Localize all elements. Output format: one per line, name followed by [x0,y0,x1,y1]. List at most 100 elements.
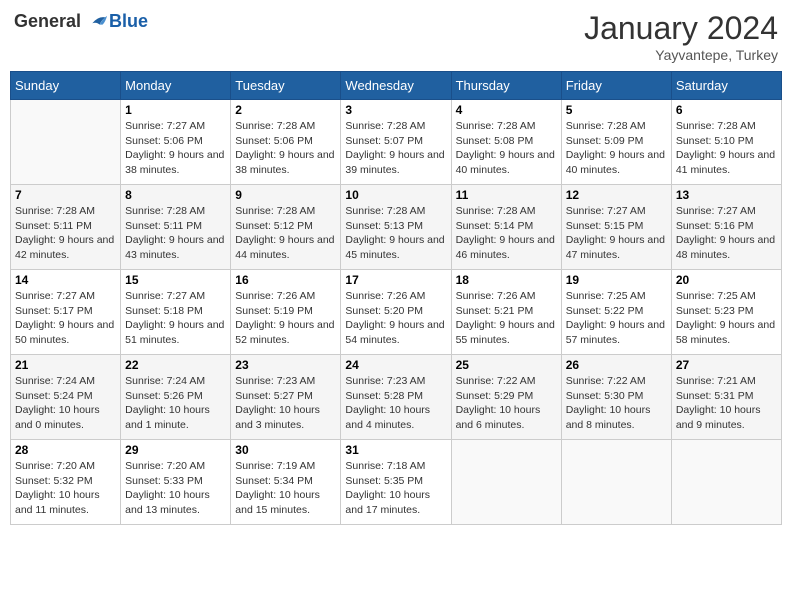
day-info: Sunrise: 7:27 AMSunset: 5:06 PMDaylight:… [125,120,224,176]
calendar-week-row: 1 Sunrise: 7:27 AMSunset: 5:06 PMDaylight… [11,100,782,185]
calendar-cell: 8Sunrise: 7:28 AMSunset: 5:11 PMDaylight… [121,185,231,270]
weekday-header-row: SundayMondayTuesdayWednesdayThursdayFrid… [11,72,782,100]
day-number: 9 [235,188,336,202]
day-info: Sunrise: 7:28 AMSunset: 5:14 PMDaylight:… [456,205,555,261]
day-info: Sunrise: 7:23 AMSunset: 5:27 PMDaylight:… [235,375,320,431]
day-info: Sunrise: 7:28 AMSunset: 5:13 PMDaylight:… [345,205,444,261]
calendar-cell: 20 Sunrise: 7:25 AMSunset: 5:23 PMDayligh… [671,270,781,355]
day-info: Sunrise: 7:25 AMSunset: 5:22 PMDaylight:… [566,290,665,346]
calendar-cell: 4 Sunrise: 7:28 AMSunset: 5:08 PMDaylight… [451,100,561,185]
day-info: Sunrise: 7:27 AMSunset: 5:16 PMDaylight:… [676,205,775,261]
day-info: Sunrise: 7:28 AMSunset: 5:08 PMDaylight:… [456,120,555,176]
day-info: Sunrise: 7:19 AMSunset: 5:34 PMDaylight:… [235,460,320,516]
day-info: Sunrise: 7:18 AMSunset: 5:35 PMDaylight:… [345,460,430,516]
day-number: 28 [15,443,116,457]
calendar-header: SundayMondayTuesdayWednesdayThursdayFrid… [11,72,782,100]
calendar-cell: 26 Sunrise: 7:22 AMSunset: 5:30 PMDayligh… [561,355,671,440]
day-number: 18 [456,273,557,287]
calendar-cell: 24 Sunrise: 7:23 AMSunset: 5:28 PMDayligh… [341,355,451,440]
calendar-cell: 23 Sunrise: 7:23 AMSunset: 5:27 PMDayligh… [231,355,341,440]
calendar-table: SundayMondayTuesdayWednesdayThursdayFrid… [10,71,782,525]
title-area: January 2024 Yayvantepe, Turkey [584,10,778,63]
calendar-week-row: 21 Sunrise: 7:24 AMSunset: 5:24 PMDayligh… [11,355,782,440]
day-number: 1 [125,103,226,117]
calendar-cell: 7 Sunrise: 7:28 AMSunset: 5:11 PMDaylight… [11,185,121,270]
calendar-cell: 11Sunrise: 7:28 AMSunset: 5:14 PMDayligh… [451,185,561,270]
day-info: Sunrise: 7:22 AMSunset: 5:29 PMDaylight:… [456,375,541,431]
day-info: Sunrise: 7:23 AMSunset: 5:28 PMDaylight:… [345,375,430,431]
day-info: Sunrise: 7:22 AMSunset: 5:30 PMDaylight:… [566,375,651,431]
calendar-cell: 28 Sunrise: 7:20 AMSunset: 5:32 PMDayligh… [11,440,121,525]
day-number: 20 [676,273,777,287]
day-number: 17 [345,273,446,287]
month-title: January 2024 [584,10,778,47]
calendar-cell: 30 Sunrise: 7:19 AMSunset: 5:34 PMDayligh… [231,440,341,525]
day-number: 13 [676,188,777,202]
day-info: Sunrise: 7:28 AMSunset: 5:09 PMDaylight:… [566,120,665,176]
calendar-cell: 29Sunrise: 7:20 AMSunset: 5:33 PMDayligh… [121,440,231,525]
day-number: 5 [566,103,667,117]
logo-blue-text: Blue [109,11,148,32]
calendar-cell: 9 Sunrise: 7:28 AMSunset: 5:12 PMDaylight… [231,185,341,270]
day-info: Sunrise: 7:24 AMSunset: 5:24 PMDaylight:… [15,375,100,431]
day-number: 15 [125,273,226,287]
day-number: 24 [345,358,446,372]
calendar-cell: 14Sunrise: 7:27 AMSunset: 5:17 PMDayligh… [11,270,121,355]
day-number: 19 [566,273,667,287]
calendar-cell: 25Sunrise: 7:22 AMSunset: 5:29 PMDayligh… [451,355,561,440]
weekday-header-tuesday: Tuesday [231,72,341,100]
calendar-cell: 1 Sunrise: 7:27 AMSunset: 5:06 PMDaylight… [121,100,231,185]
calendar-cell: 27Sunrise: 7:21 AMSunset: 5:31 PMDayligh… [671,355,781,440]
calendar-cell: 15 Sunrise: 7:27 AMSunset: 5:18 PMDayligh… [121,270,231,355]
weekday-header-thursday: Thursday [451,72,561,100]
calendar-cell: 13 Sunrise: 7:27 AMSunset: 5:16 PMDayligh… [671,185,781,270]
weekday-header-friday: Friday [561,72,671,100]
calendar-cell [451,440,561,525]
day-number: 4 [456,103,557,117]
day-number: 6 [676,103,777,117]
day-info: Sunrise: 7:28 AMSunset: 5:11 PMDaylight:… [125,205,224,261]
logo: General Blue [14,10,148,32]
day-info: Sunrise: 7:28 AMSunset: 5:12 PMDaylight:… [235,205,334,261]
day-info: Sunrise: 7:24 AMSunset: 5:26 PMDaylight:… [125,375,210,431]
day-number: 30 [235,443,336,457]
calendar-cell: 21 Sunrise: 7:24 AMSunset: 5:24 PMDayligh… [11,355,121,440]
day-info: Sunrise: 7:26 AMSunset: 5:20 PMDaylight:… [345,290,444,346]
calendar-body: 1 Sunrise: 7:27 AMSunset: 5:06 PMDaylight… [11,100,782,525]
calendar-week-row: 14Sunrise: 7:27 AMSunset: 5:17 PMDayligh… [11,270,782,355]
day-number: 12 [566,188,667,202]
day-info: Sunrise: 7:27 AMSunset: 5:15 PMDaylight:… [566,205,665,261]
day-info: Sunrise: 7:20 AMSunset: 5:33 PMDaylight:… [125,460,210,516]
day-number: 23 [235,358,336,372]
calendar-cell: 19 Sunrise: 7:25 AMSunset: 5:22 PMDayligh… [561,270,671,355]
weekday-header-sunday: Sunday [11,72,121,100]
day-info: Sunrise: 7:27 AMSunset: 5:18 PMDaylight:… [125,290,224,346]
day-number: 7 [15,188,116,202]
calendar-week-row: 7 Sunrise: 7:28 AMSunset: 5:11 PMDaylight… [11,185,782,270]
logo-general-text: General [14,11,81,32]
calendar-cell [671,440,781,525]
day-info: Sunrise: 7:25 AMSunset: 5:23 PMDaylight:… [676,290,775,346]
weekday-header-saturday: Saturday [671,72,781,100]
calendar-cell: 22 Sunrise: 7:24 AMSunset: 5:26 PMDayligh… [121,355,231,440]
day-number: 22 [125,358,226,372]
weekday-header-wednesday: Wednesday [341,72,451,100]
calendar-cell: 17 Sunrise: 7:26 AMSunset: 5:20 PMDayligh… [341,270,451,355]
day-info: Sunrise: 7:28 AMSunset: 5:07 PMDaylight:… [345,120,444,176]
day-info: Sunrise: 7:20 AMSunset: 5:32 PMDaylight:… [15,460,100,516]
calendar-cell: 2Sunrise: 7:28 AMSunset: 5:06 PMDaylight… [231,100,341,185]
day-info: Sunrise: 7:26 AMSunset: 5:21 PMDaylight:… [456,290,555,346]
day-number: 26 [566,358,667,372]
day-info: Sunrise: 7:26 AMSunset: 5:19 PMDaylight:… [235,290,334,346]
day-number: 21 [15,358,116,372]
day-number: 10 [345,188,446,202]
day-number: 16 [235,273,336,287]
day-info: Sunrise: 7:28 AMSunset: 5:11 PMDaylight:… [15,205,114,261]
page-header: General Blue January 2024 Yayvantepe, Tu… [10,10,782,63]
day-info: Sunrise: 7:28 AMSunset: 5:06 PMDaylight:… [235,120,334,176]
logo-bird-icon [85,10,107,32]
calendar-cell: 18 Sunrise: 7:26 AMSunset: 5:21 PMDayligh… [451,270,561,355]
calendar-cell: 6Sunrise: 7:28 AMSunset: 5:10 PMDaylight… [671,100,781,185]
day-number: 31 [345,443,446,457]
calendar-cell: 31 Sunrise: 7:18 AMSunset: 5:35 PMDayligh… [341,440,451,525]
